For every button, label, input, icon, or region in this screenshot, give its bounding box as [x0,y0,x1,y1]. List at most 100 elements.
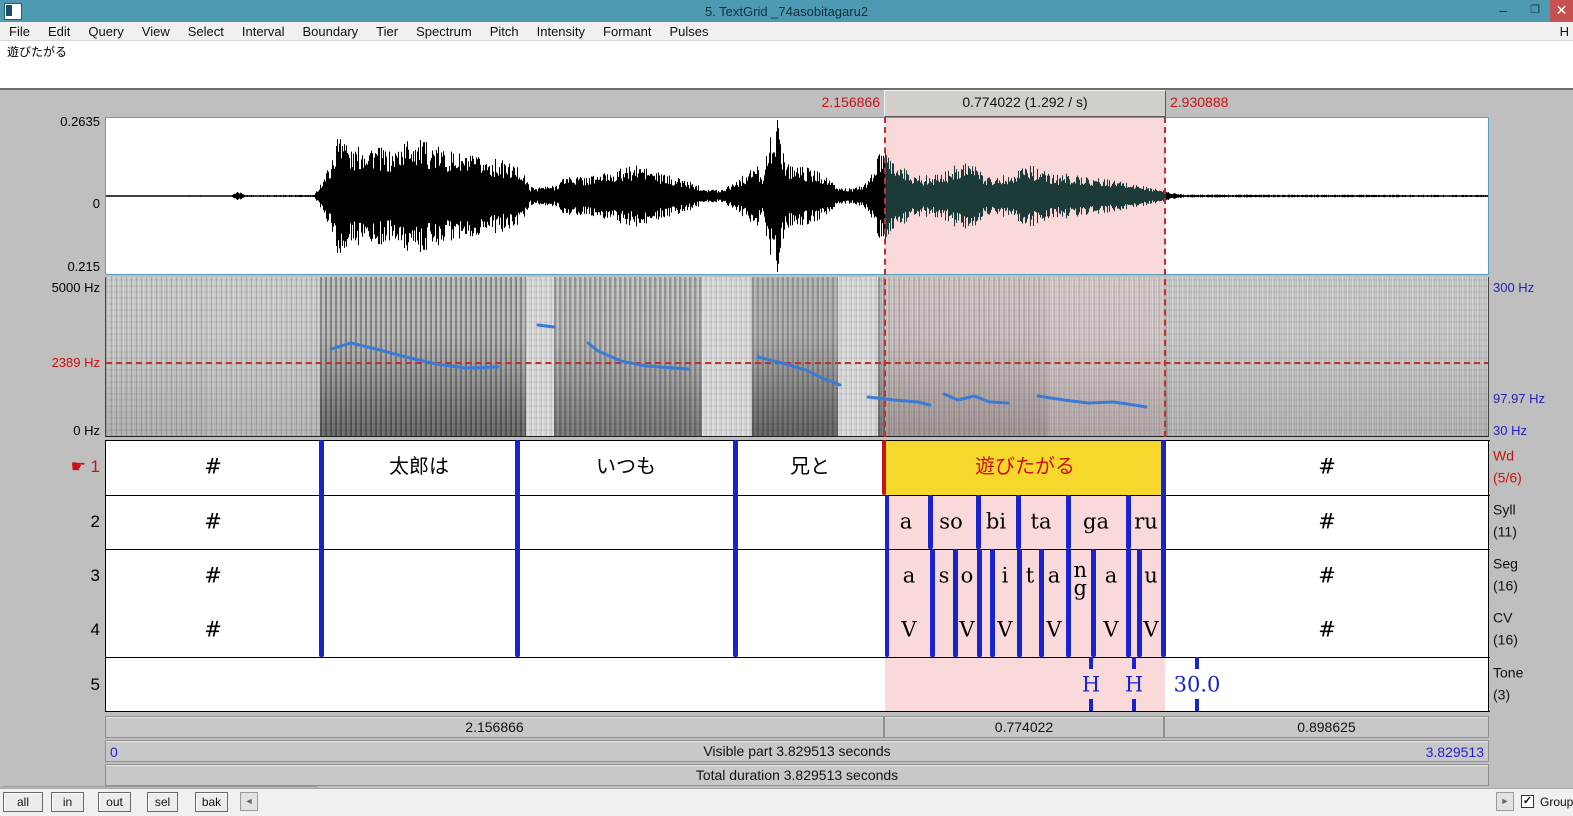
tier-boundary[interactable] [1016,495,1021,549]
tier-interval-label: so [939,512,962,533]
zoom-button-out[interactable]: out [98,792,131,812]
tier-boundary[interactable] [1137,549,1142,657]
tier-interval-label: # [204,512,222,533]
tier-boundary[interactable] [953,549,958,657]
tier-boundary[interactable] [733,440,738,657]
tier-boundary[interactable] [882,440,886,495]
tier-interval-label: # [1318,512,1336,533]
menu-item-select[interactable]: Select [179,24,233,39]
selection-start-time[interactable]: 2.156866 [784,94,880,110]
tier-name-label-5[interactable]: Tone (3) [1493,662,1523,705]
menu-item-tier[interactable]: Tier [367,24,407,39]
zoom-button-bak[interactable]: bak [195,792,228,812]
tier-interval-label: a [900,512,913,533]
tier-boundary[interactable] [885,495,889,657]
tier-interval-label: V [997,620,1012,641]
tone-point-marker[interactable] [1195,699,1199,711]
tier-number-1[interactable]: ☛ 1 [40,457,100,477]
restore-button[interactable]: ❐ [1520,0,1550,22]
tier-number-4[interactable]: 4 [40,620,100,640]
waveform-panel[interactable] [105,117,1489,275]
tier-name-label-4[interactable]: CV (16) [1493,607,1518,650]
menu-item-view[interactable]: View [133,24,179,39]
tier-interval-label: a [1105,566,1118,587]
tier-interval-label: V [901,620,916,641]
tier-boundary[interactable] [319,440,324,657]
tier-number-2[interactable]: 2 [40,512,100,532]
selection-end-cursor[interactable] [1164,117,1166,437]
tone-point-marker[interactable] [1089,699,1093,711]
tier-boundary[interactable] [990,549,995,657]
tier-boundary[interactable] [977,549,982,657]
tier-boundary[interactable] [1126,549,1131,657]
spectrogram-top-hz-label: 5000 Hz [30,280,100,295]
tier-interval-label: bi [986,512,1006,533]
tier-grid-panel[interactable]: #太郎はいつも兄と遊びたがる##asobitagaru##asoitangau#… [105,440,1489,712]
tier-interval-label: a [1048,566,1061,587]
scroll-right-button[interactable]: ► [1496,792,1514,811]
waveform [106,118,1488,274]
zoom-button-sel[interactable]: sel [147,792,178,812]
selection-duration-button[interactable]: 0.774022 (1.292 / s) [884,90,1166,117]
selection-end-time[interactable]: 2.930888 [1170,94,1290,110]
visible-part-bar[interactable]: 0 Visible part 3.829513 seconds 3.829513 [105,740,1489,762]
tier-name-label-3[interactable]: Seg (16) [1493,553,1518,596]
tone-point-marker[interactable] [1089,657,1093,669]
visible-end-time: 3.829513 [1426,742,1484,762]
zoom-button-all[interactable]: all [3,792,43,812]
minimize-button[interactable]: – [1488,0,1518,22]
tier-interval-label: # [204,457,222,478]
menu-item-formant[interactable]: Formant [594,24,660,39]
menu-item-intensity[interactable]: Intensity [528,24,594,39]
group-checkbox[interactable]: ✓ [1521,795,1534,808]
tier-name-label-1[interactable]: Wd (5/6) [1493,445,1522,488]
duration-segment-bar[interactable]: 0.774022 [884,716,1164,738]
waveform-ymin-label: 0.215 [30,259,100,274]
tier-interval-label: t [1026,566,1034,587]
tier-interval-label: V [1046,620,1061,641]
menu-item-edit[interactable]: Edit [39,24,79,39]
menu-item-query[interactable]: Query [79,24,132,39]
spectrogram-panel[interactable] [105,277,1489,437]
menu-item-pulses[interactable]: Pulses [660,24,717,39]
scroll-left-button[interactable]: ◄ [240,792,258,811]
tier-boundary[interactable] [1161,440,1166,657]
close-button[interactable]: ✕ [1550,0,1573,22]
selection-start-cursor[interactable] [884,117,886,437]
tier-interval-label: V [1103,620,1118,641]
menu-item-pitch[interactable]: Pitch [481,24,528,39]
menu-item-interval[interactable]: Interval [233,24,294,39]
total-duration-bar[interactable]: Total duration 3.829513 seconds [105,764,1489,786]
tier-boundary[interactable] [1091,549,1096,657]
pitch-bottom-hz-label: 30 Hz [1493,423,1573,438]
menu-item-help[interactable]: H [1560,24,1573,39]
duration-segment-bar[interactable]: 2.156866 [105,716,884,738]
tier-number-3[interactable]: 3 [40,566,100,586]
menu-item-boundary[interactable]: Boundary [294,24,368,39]
tier-boundary[interactable] [930,549,935,657]
tier-boundary[interactable] [515,440,520,657]
bottom-control-strip [0,788,1573,816]
group-checkbox-label: Group [1540,795,1573,809]
tone-point-marker[interactable] [1132,657,1136,669]
tier-boundary[interactable] [1066,495,1071,549]
zoom-button-in[interactable]: in [51,792,84,812]
tone-point-marker[interactable] [1132,699,1136,711]
tier-boundary[interactable] [1039,549,1044,657]
duration-segment-bar[interactable]: 0.898625 [1164,716,1489,738]
menu-item-spectrum[interactable]: Spectrum [407,24,481,39]
tier-boundary[interactable] [976,495,981,549]
tier-boundary[interactable] [1066,549,1071,657]
tier-interval-label: # [1318,457,1336,478]
tier-interval-label: u [1144,566,1158,587]
menu-item-file[interactable]: File [0,24,39,39]
tier-boundary[interactable] [928,495,933,549]
tier-boundary[interactable] [1126,495,1131,549]
title-bar: 5. TextGrid _74asobitagaru2 [0,0,1573,22]
tier-name-label-2[interactable]: Syll (11) [1493,499,1517,542]
tier-boundary[interactable] [1017,549,1022,657]
tier-number-5[interactable]: 5 [40,675,100,695]
pitch-value-hz-label: 97.97 Hz [1493,391,1573,406]
tone-point-marker[interactable] [1195,657,1199,669]
interval-text-field[interactable]: 遊びたがる [0,41,1573,90]
